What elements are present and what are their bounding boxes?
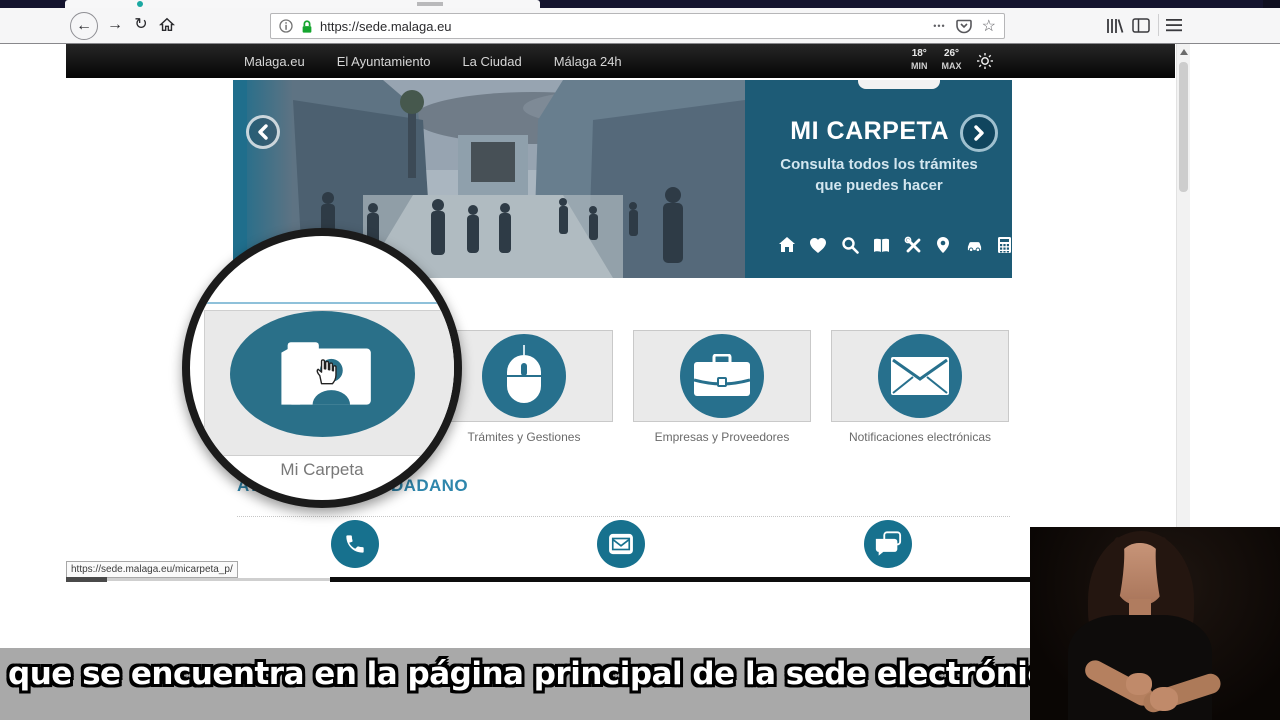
hand-cursor-icon bbox=[312, 356, 338, 386]
nav-link-ayuntamiento[interactable]: El Ayuntamiento bbox=[337, 54, 431, 69]
forward-button[interactable]: → bbox=[102, 12, 128, 38]
card-notificaciones[interactable] bbox=[831, 330, 1009, 422]
site-info-icon[interactable] bbox=[279, 19, 293, 33]
screen: ← → ↻ https://sede.malaga.eu ••• ☆ Malag… bbox=[0, 0, 1280, 720]
home-icon[interactable] bbox=[778, 236, 796, 254]
hero-quick-icons bbox=[778, 236, 1012, 254]
slide-tab-remnant bbox=[858, 80, 940, 89]
temp-min: 18° MIN bbox=[911, 48, 928, 73]
briefcase-icon bbox=[694, 354, 750, 398]
hero-subtitle: Consulta todos los trámites que puedes h… bbox=[773, 154, 985, 196]
bottom-bar-segment-light bbox=[107, 578, 330, 581]
magnifier-lens-mi-carpeta[interactable]: Mi Carpeta bbox=[182, 228, 462, 508]
bottom-bar-segment-black bbox=[330, 577, 1030, 582]
url-bar[interactable]: https://sede.malaga.eu ••• ☆ bbox=[270, 13, 1005, 39]
hero-title: MI CARPETA bbox=[723, 117, 949, 146]
status-bar-link-preview: https://sede.malaga.eu/micarpeta_p/ bbox=[66, 561, 238, 578]
temp-max: 26° MAX bbox=[942, 48, 962, 73]
home-icon bbox=[159, 17, 175, 33]
reload-button[interactable]: ↻ bbox=[128, 12, 154, 38]
sign-language-interpreter-video bbox=[1030, 527, 1280, 720]
nav-link-ciudad[interactable]: La Ciudad bbox=[462, 54, 521, 69]
chevron-left-icon bbox=[256, 123, 270, 141]
section-divider bbox=[237, 516, 1010, 517]
magnified-card-label: Mi Carpeta bbox=[190, 460, 454, 480]
home-button[interactable] bbox=[154, 12, 180, 38]
book-icon[interactable] bbox=[872, 237, 891, 254]
subtitle-text: que se encuentra en la página principal … bbox=[8, 656, 1026, 692]
library-icon[interactable] bbox=[1105, 17, 1125, 35]
car-icon[interactable] bbox=[965, 237, 984, 253]
contact-phone-button[interactable] bbox=[331, 520, 379, 568]
tab-title-fragment bbox=[417, 2, 443, 6]
card-label-notificaciones: Notificaciones electrónicas bbox=[831, 430, 1009, 444]
scrollbar-up-arrow[interactable] bbox=[1180, 49, 1188, 55]
browser-toolbar: ← → ↻ https://sede.malaga.eu ••• ☆ bbox=[0, 8, 1280, 44]
tab-favicon bbox=[137, 1, 143, 7]
location-icon[interactable] bbox=[935, 236, 951, 254]
pocket-icon[interactable] bbox=[956, 19, 972, 34]
nav-link-malagaeu[interactable]: Malaga.eu bbox=[244, 54, 305, 69]
page-actions-button[interactable]: ••• bbox=[933, 21, 945, 31]
heart-icon[interactable] bbox=[809, 237, 827, 254]
site-nav: Malaga.eu El Ayuntamiento La Ciudad Mála… bbox=[66, 44, 1175, 78]
back-button[interactable]: ← bbox=[70, 12, 98, 40]
subtitle-band: que se encuentra en la página principal … bbox=[0, 648, 1030, 720]
interpreter-hand bbox=[1126, 673, 1152, 695]
chat-bubbles-icon bbox=[874, 531, 902, 557]
contact-chat-button[interactable] bbox=[864, 520, 912, 568]
bottom-bar-segment-dark bbox=[66, 577, 107, 582]
menu-icon[interactable] bbox=[1166, 19, 1182, 32]
url-text[interactable]: https://sede.malaga.eu bbox=[320, 19, 933, 34]
hero-left-strip bbox=[233, 80, 247, 278]
carousel-prev-button[interactable] bbox=[246, 115, 280, 149]
tools-icon[interactable] bbox=[904, 236, 922, 254]
phone-icon bbox=[342, 531, 368, 557]
scrollbar-thumb[interactable] bbox=[1179, 62, 1188, 192]
calculator-icon[interactable] bbox=[997, 236, 1012, 254]
bookmark-star-button[interactable]: ☆ bbox=[982, 16, 996, 36]
lock-icon bbox=[300, 19, 314, 34]
sun-icon bbox=[976, 52, 994, 70]
envelope-icon bbox=[891, 357, 949, 395]
magnified-card-top-border bbox=[190, 302, 454, 304]
email-badge-icon bbox=[608, 533, 634, 555]
card-label-empresas: Empresas y Proveedores bbox=[633, 430, 811, 444]
card-empresas[interactable] bbox=[633, 330, 811, 422]
contact-email-button[interactable] bbox=[597, 520, 645, 568]
mouse-icon bbox=[504, 345, 544, 407]
nav-link-24h[interactable]: Málaga 24h bbox=[554, 54, 622, 69]
card-label-tramites: Trámites y Gestiones bbox=[435, 430, 613, 444]
interpreter-hand bbox=[1150, 687, 1178, 711]
weather-widget: 18° MIN 26° MAX bbox=[911, 48, 994, 73]
chevron-right-icon bbox=[972, 124, 986, 142]
tab-bar bbox=[0, 0, 1280, 8]
toolbar-separator bbox=[1158, 14, 1159, 36]
active-tab[interactable] bbox=[65, 0, 540, 8]
sidebar-icon[interactable] bbox=[1132, 18, 1150, 34]
carousel-next-button[interactable] bbox=[960, 114, 998, 152]
scrollbar[interactable] bbox=[1176, 44, 1190, 578]
search-icon[interactable] bbox=[841, 236, 859, 254]
